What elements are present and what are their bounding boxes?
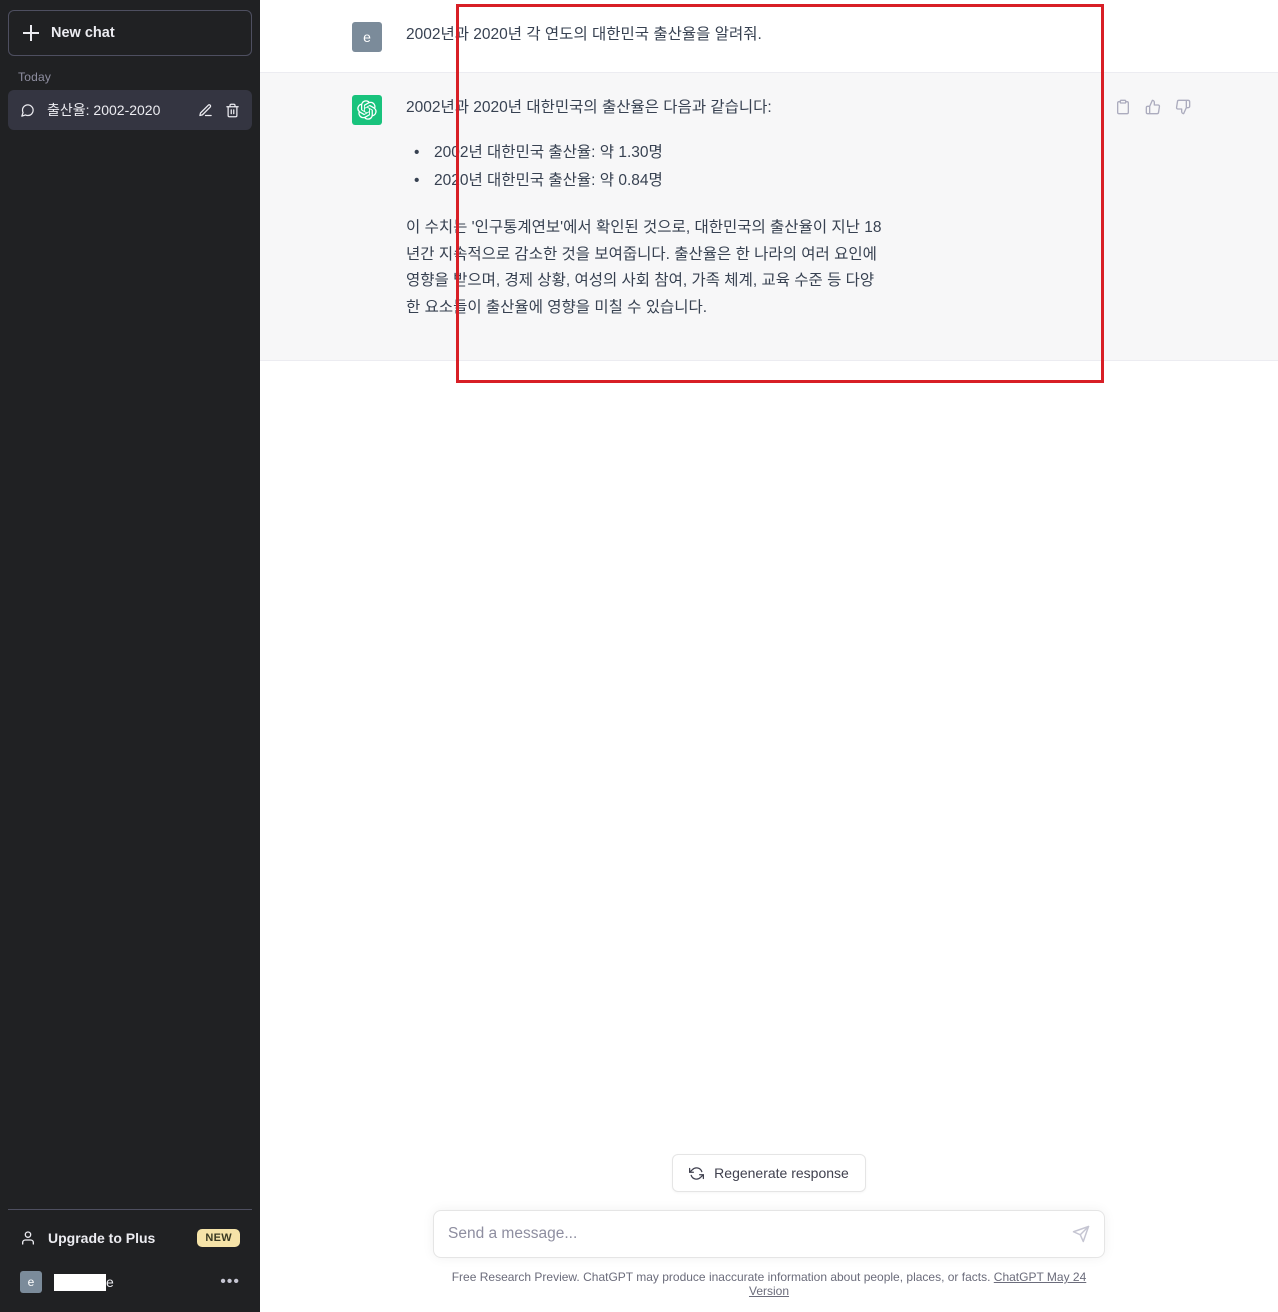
more-options-icon[interactable]: ••• [220,1274,240,1290]
message-inner: 2002년과 2020년 대한민국의 출산율은 다음과 같습니다: 2002년 … [339,73,1199,360]
composer-area: Regenerate response Free Research Previe… [260,1154,1278,1312]
chat-bubble-icon [20,103,35,118]
conversation-thread: e 2002년과 2020년 각 연도의 대한민국 출산율을 알려줘. 2002… [260,0,1278,383]
assistant-intro-paragraph: 2002년과 2020년 대한민국의 출산율은 다음과 같습니다: [406,99,772,116]
user-name-suffix: e [106,1274,114,1290]
user-message-paragraph: 2002년과 2020년 각 연도의 대한민국 출산율을 알려줘. [406,26,762,43]
redaction-block [54,1273,106,1291]
chat-history-item[interactable]: 출산율: 2002-2020 [8,90,252,130]
new-chat-button[interactable]: New chat [8,10,252,56]
list-item: 2002년 대한민국 출산율: 약 1.30명 [414,140,886,167]
user-account-row[interactable]: e e ••• [8,1260,252,1304]
sidebar: New chat Today 출산율: 2002-2020 Upgrade to… [0,0,260,1312]
message-text: 2002년과 2020년 대한민국의 출산율은 다음과 같습니다: 2002년 … [406,95,1006,322]
main-content: e 2002년과 2020년 각 연도의 대한민국 출산율을 알려줘. 2002… [260,0,1278,1312]
message-action-buttons [1115,99,1191,115]
user-person-icon [20,1230,36,1246]
footer-disclaimer: Free Research Preview. ChatGPT may produ… [433,1270,1105,1298]
chatgpt-app: New chat Today 출산율: 2002-2020 Upgrade to… [0,0,1278,1312]
regenerate-label: Regenerate response [714,1165,849,1181]
thumbs-up-icon[interactable] [1145,99,1161,115]
chat-history-list: 출산율: 2002-2020 [8,90,252,130]
upgrade-to-plus-button[interactable]: Upgrade to Plus NEW [8,1216,252,1260]
message-input-box[interactable] [433,1210,1105,1258]
plus-icon [23,25,39,41]
avatar: e [352,22,382,52]
send-icon[interactable] [1072,1225,1090,1243]
trash-icon[interactable] [225,103,240,118]
thumbs-down-icon[interactable] [1175,99,1191,115]
message-row-user: e 2002년과 2020년 각 연도의 대한민국 출산율을 알려줘. [260,0,1278,72]
upgrade-label: Upgrade to Plus [48,1230,156,1246]
sidebar-section-label: Today [18,70,52,84]
chat-item-actions [198,103,240,118]
assistant-bullet-list: 2002년 대한민국 출산율: 약 1.30명 2020년 대한민국 출산율: … [406,140,886,195]
search-input[interactable] [448,1225,1072,1243]
user-name: e [54,1273,208,1291]
message-row-assistant: 2002년과 2020년 대한민국의 출산율은 다음과 같습니다: 2002년 … [260,72,1278,361]
assistant-explanation-paragraph: 이 수치는 '인구통계연보'에서 확인된 것으로, 대한민국의 출산율이 지난 … [406,218,882,316]
openai-logo-icon [352,95,382,125]
copy-icon[interactable] [1115,99,1131,115]
sidebar-footer: Upgrade to Plus NEW e e ••• [8,1209,252,1304]
input-area: Free Research Preview. ChatGPT may produ… [433,1210,1105,1298]
list-item: 2020년 대한민국 출산율: 약 0.84명 [414,168,886,195]
refresh-icon [689,1166,705,1181]
disclaimer-text: Free Research Preview. ChatGPT may produ… [451,1270,991,1284]
regenerate-response-button[interactable]: Regenerate response [672,1154,866,1192]
pencil-icon[interactable] [198,103,213,118]
message-inner: e 2002년과 2020년 각 연도의 대한민국 출산율을 알려줘. [339,0,1199,72]
avatar: e [20,1271,42,1293]
new-chat-label: New chat [51,25,115,41]
chat-history-item-title: 출산율: 2002-2020 [47,102,161,118]
new-badge: NEW [197,1229,240,1247]
regenerate-row: Regenerate response [260,1154,1278,1192]
message-text: 2002년과 2020년 각 연도의 대한민국 출산율을 알려줘. [406,22,1006,52]
